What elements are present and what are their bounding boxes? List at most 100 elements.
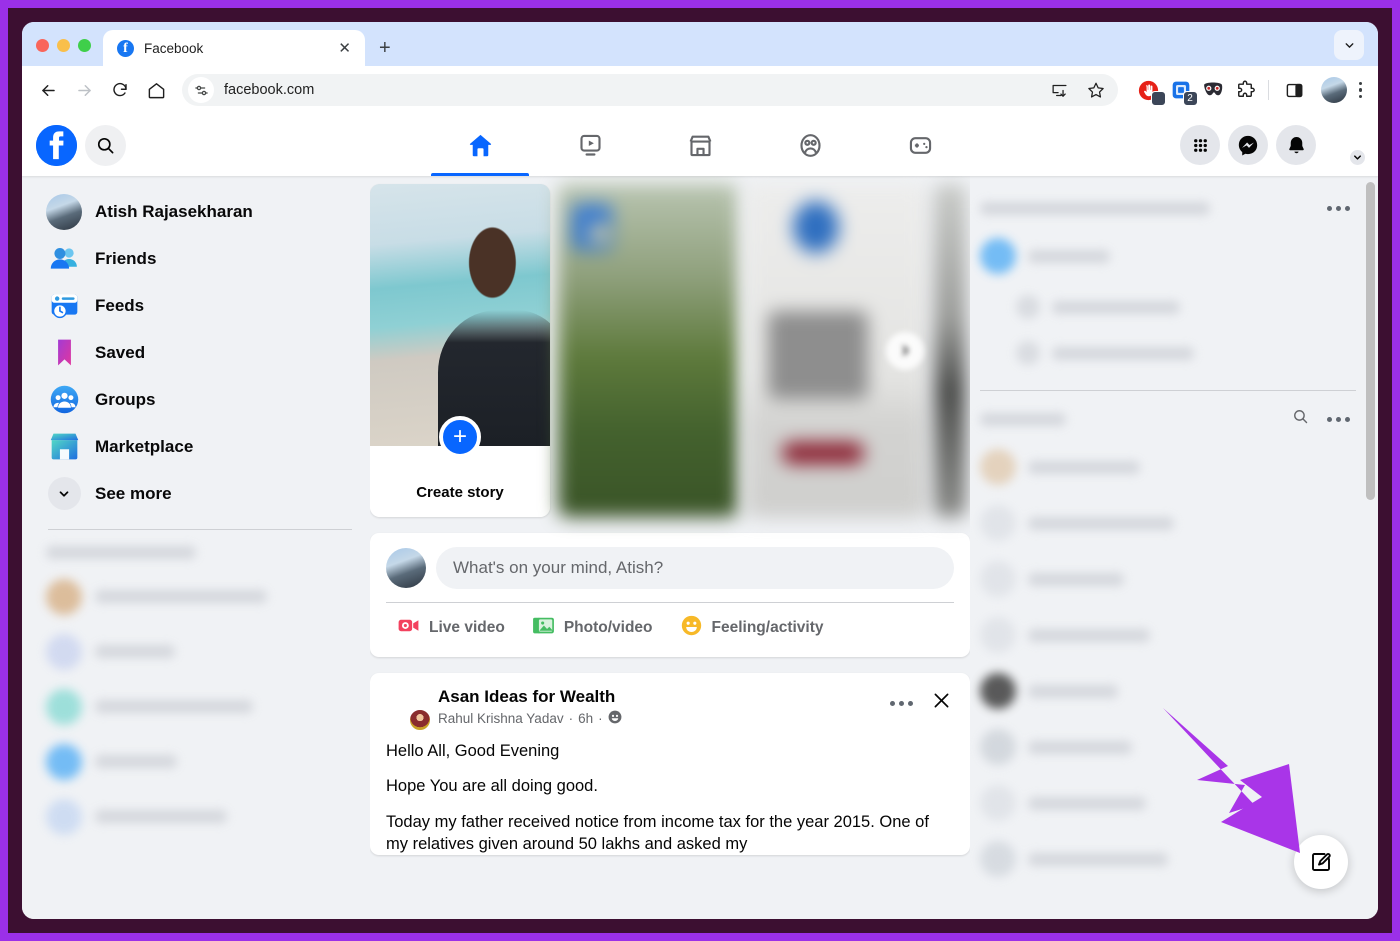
story-card[interactable] (934, 184, 966, 517)
facebook-logo-icon[interactable] (36, 124, 77, 166)
notifications-bell-icon[interactable] (1276, 125, 1316, 165)
sidebar-item-saved[interactable]: Saved (38, 329, 362, 376)
saved-bookmark-icon (46, 335, 82, 371)
close-tab-icon[interactable]: ✕ (334, 39, 355, 58)
site-settings-tune-icon[interactable] (188, 77, 214, 103)
chevron-down-icon[interactable] (1348, 148, 1367, 167)
contacts-list-blurred (980, 439, 1356, 887)
install-app-icon[interactable] (1044, 74, 1076, 106)
mask-extension-icon[interactable] (1200, 77, 1226, 103)
minimize-window-button[interactable] (57, 39, 70, 52)
more-options-icon[interactable] (884, 695, 919, 712)
profile-avatar-icon (46, 193, 82, 230)
account-avatar[interactable] (1324, 125, 1367, 167)
group-audience-icon[interactable] (608, 710, 622, 727)
tab-search-chevron-down-icon[interactable] (1334, 30, 1364, 60)
more-options-icon[interactable] (1321, 411, 1356, 428)
browser-tab-strip: f Facebook ✕ + (22, 22, 1378, 66)
search-icon[interactable] (1292, 408, 1309, 430)
author-avatar-image (408, 708, 432, 732)
close-icon[interactable] (929, 686, 954, 720)
story-card[interactable] (558, 184, 738, 517)
post-body: Hello All, Good Evening Hope You are all… (370, 728, 970, 855)
create-story-image (370, 184, 550, 446)
messenger-icon[interactable] (1228, 125, 1268, 165)
photo-video-button[interactable]: Photo/video (521, 607, 663, 649)
post-subline: Rahul Krishna Yadav · 6h · (438, 710, 874, 727)
tabstrip-right-controls (1334, 30, 1378, 66)
post-avatar[interactable] (386, 686, 432, 732)
sidebar-item-marketplace[interactable]: Marketplace (38, 423, 362, 470)
adblock-icon[interactable] (1136, 77, 1166, 106)
composer-divider (386, 602, 954, 603)
composer-actions: Live video Photo/video Feeling/activity (386, 607, 954, 649)
extension-icons: 2 (1128, 77, 1258, 106)
reload-icon[interactable] (104, 74, 136, 106)
contacts-actions (1292, 408, 1356, 430)
compose-edit-icon (1312, 853, 1331, 871)
post-header-actions (884, 686, 954, 720)
sidebar-item-profile[interactable]: Atish Rajasekharan (38, 188, 362, 235)
create-story-card[interactable]: + Create story (370, 184, 550, 517)
adblock-badge (1150, 91, 1166, 106)
search-icon[interactable] (85, 124, 126, 166)
scrollbar-thumb[interactable] (1366, 182, 1375, 500)
marketplace-icon (46, 429, 82, 465)
post-group-name[interactable]: Asan Ideas for Wealth (438, 686, 874, 708)
more-options-icon[interactable] (1321, 200, 1356, 217)
maximize-window-button[interactable] (78, 39, 91, 52)
toolbar-divider (1267, 80, 1269, 100)
avatar (46, 193, 82, 230)
post-paragraph: Hope You are all doing good. (386, 777, 598, 796)
blue-extension-icon[interactable]: 2 (1168, 77, 1198, 106)
compose-edit-fab[interactable] (1294, 835, 1348, 889)
puzzle-extensions-icon[interactable] (1232, 77, 1258, 103)
back-arrow-icon[interactable] (32, 74, 64, 106)
address-bar[interactable]: facebook.com (182, 74, 1118, 106)
post-author-name[interactable]: Rahul Krishna Yadav (438, 711, 564, 726)
feed-column: + Create story What's on your mind, Atis… (370, 176, 970, 919)
vertical-scrollbar[interactable] (1365, 176, 1376, 919)
new-tab-button[interactable]: + (379, 38, 391, 66)
create-story-plus-icon[interactable]: + (439, 416, 481, 458)
sidebar-item-feeds[interactable]: Feeds (38, 282, 362, 329)
post-paragraph: Today my father received notice from inc… (386, 812, 929, 853)
post-paragraph: Hello All, Good Evening (386, 742, 560, 760)
facebook-page: Atish Rajasekharan Friends Feeds Saved G… (22, 114, 1378, 919)
live-video-button[interactable]: Live video (386, 607, 515, 649)
tab-marketplace[interactable] (645, 114, 755, 176)
close-window-button[interactable] (36, 39, 49, 52)
post-composer: What's on your mind, Atish? Live video P… (370, 533, 970, 657)
forward-arrow-icon[interactable] (68, 74, 100, 106)
browser-tab-facebook[interactable]: f Facebook ✕ (103, 30, 365, 66)
chrome-profile-avatar[interactable] (1320, 77, 1347, 103)
sidebar-item-label: Feeds (95, 295, 145, 315)
live-video-label: Live video (429, 619, 505, 636)
photo-video-label: Photo/video (563, 619, 653, 636)
side-panel-icon[interactable] (1279, 74, 1311, 106)
annotation-border-outer: f Facebook ✕ + facebook.com 2 Atish Raja… (0, 0, 1400, 941)
sidebar-item-see-more[interactable]: See more (38, 470, 362, 517)
navbar-right (1180, 125, 1367, 167)
facebook-favicon-icon: f (117, 39, 134, 57)
home-icon[interactable] (140, 74, 172, 106)
composer-top-row: What's on your mind, Atish? (386, 547, 954, 589)
stories-next-chevron-right-icon[interactable] (886, 331, 924, 370)
tab-video[interactable] (535, 114, 645, 176)
menu-grid-icon[interactable] (1180, 125, 1220, 165)
post-timestamp[interactable]: 6h (578, 711, 593, 726)
sidebar-item-friends[interactable]: Friends (38, 235, 362, 282)
photo-video-icon (531, 613, 556, 643)
bookmark-star-icon[interactable] (1080, 74, 1112, 106)
feeling-activity-button[interactable]: Feeling/activity (669, 607, 834, 649)
tab-gaming[interactable] (865, 114, 975, 176)
post-meta: Asan Ideas for Wealth Rahul Krishna Yada… (438, 686, 874, 727)
tab-groups[interactable] (755, 114, 865, 176)
post-separator: · (568, 711, 574, 727)
chrome-menu-kebab-icon[interactable] (1353, 81, 1369, 99)
sidebar-item-groups[interactable]: Groups (38, 376, 362, 423)
sidebar-item-label: Groups (95, 389, 156, 409)
tab-home[interactable] (425, 114, 535, 176)
facebook-top-navbar (22, 114, 1378, 176)
whats-on-your-mind-input[interactable]: What's on your mind, Atish? (436, 547, 954, 589)
